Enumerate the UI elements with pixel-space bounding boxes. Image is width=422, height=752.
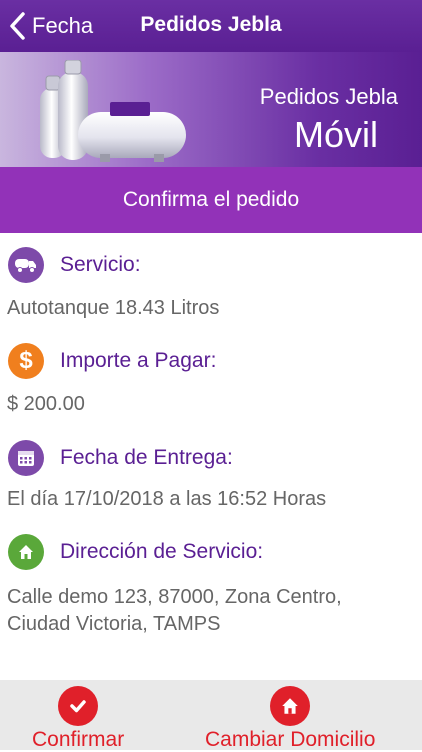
check-icon (58, 686, 99, 726)
confirm-order-header: Confirma el pedido (0, 167, 422, 233)
confirm-button[interactable]: Confirmar (32, 686, 124, 752)
address-line-2: Ciudad Victoria, TAMPS (7, 613, 221, 635)
bottom-toolbar: Confirmar Cambiar Domicilio (0, 680, 422, 752)
confirm-order-label: Confirma el pedido (122, 188, 300, 211)
address-label: Dirección de Servicio: (60, 540, 264, 563)
banner: Pedidos Jebla Móvil (0, 52, 422, 167)
dollar-icon: $ (8, 343, 44, 379)
banner-title: Móvil (293, 114, 378, 155)
change-address-button-label: Cambiar Domicilio (205, 728, 376, 751)
back-label: Fecha (32, 13, 94, 38)
amount-header: $ Importe a Pagar: (8, 343, 216, 379)
amount-label: Importe a Pagar: (60, 349, 217, 372)
home-icon (270, 686, 311, 726)
service-label: Servicio: (60, 253, 141, 276)
address-line-1: Calle demo 123, 87000, Zona Centro, (7, 586, 342, 608)
address-header: Dirección de Servicio: (8, 534, 263, 570)
banner-subtitle: Pedidos Jebla (259, 84, 398, 109)
truck-icon (8, 247, 44, 283)
delivery-header: Fecha de Entrega: (8, 440, 233, 476)
change-address-button[interactable]: Cambiar Domicilio (205, 686, 375, 752)
nav-bar: Fecha Pedidos Jebla (0, 0, 422, 52)
service-value: Autotanque 18.43 Litros (7, 297, 220, 319)
delivery-label: Fecha de Entrega: (60, 446, 233, 469)
home-icon (8, 534, 44, 570)
delivery-value: El día 17/10/2018 a las 16:52 Horas (7, 488, 327, 510)
back-button[interactable]: Fecha (8, 10, 93, 42)
service-header: Servicio: (8, 247, 141, 283)
amount-value: $ 200.00 (7, 393, 85, 415)
calendar-icon (8, 440, 44, 476)
gas-tanks-illustration (40, 60, 186, 162)
chevron-left-icon (10, 12, 25, 40)
confirm-button-label: Confirmar (32, 728, 125, 751)
